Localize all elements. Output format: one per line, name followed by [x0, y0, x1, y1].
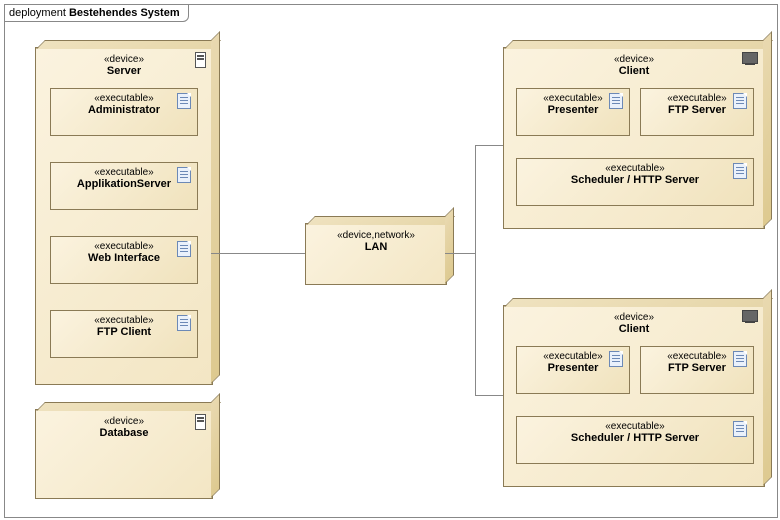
workstation-icon [742, 52, 758, 65]
ftp-client-name: FTP Client [51, 326, 197, 342]
document-icon [733, 421, 747, 437]
assoc-lan-client2-v [475, 253, 476, 395]
workstation-icon [742, 310, 758, 323]
document-icon [733, 93, 747, 109]
frame-title: deployment Bestehendes System [4, 4, 189, 22]
assoc-lan-client1-h [445, 253, 476, 254]
comp-client1-presenter: «executable» Presenter [516, 88, 630, 136]
web-interface-name: Web Interface [51, 252, 197, 268]
frame-title-prefix: deployment [9, 7, 69, 19]
node-client-1: «device» Client «executable» Presenter «… [503, 47, 765, 229]
database-name: Database [36, 427, 212, 443]
node-client-2: «device» Client «executable» Presenter «… [503, 305, 765, 487]
lan-name: LAN [306, 241, 446, 257]
assoc-lan-client1-h2 [475, 145, 503, 146]
client1-scheduler-name: Scheduler / HTTP Server [517, 174, 753, 190]
administrator-name: Administrator [51, 104, 197, 120]
comp-ftp-client: «executable» FTP Client [50, 310, 198, 358]
assoc-server-lan [211, 253, 305, 254]
web-interface-stereotype: «executable» [51, 237, 197, 252]
node-database: «device» Database [35, 409, 213, 499]
lan-stereotype: «device,network» [306, 224, 446, 241]
database-stereotype: «device» [36, 410, 212, 427]
client2-scheduler-stereotype: «executable» [517, 417, 753, 432]
comp-client2-scheduler: «executable» Scheduler / HTTP Server [516, 416, 754, 464]
client1-stereotype: «device» [504, 48, 764, 65]
assoc-lan-client1-v [475, 145, 476, 254]
server-name: Server [36, 65, 212, 81]
ftp-client-stereotype: «executable» [51, 311, 197, 326]
client2-name: Client [504, 323, 764, 339]
frame-title-name: Bestehendes System [69, 7, 180, 19]
client1-scheduler-stereotype: «executable» [517, 159, 753, 174]
document-icon [177, 241, 191, 257]
deployment-diagram-canvas: deployment Bestehendes System «device» S… [0, 0, 780, 520]
server-icon [195, 414, 206, 430]
comp-client2-ftp-server: «executable» FTP Server [640, 346, 754, 394]
document-icon [177, 315, 191, 331]
document-icon [733, 163, 747, 179]
app-server-name: ApplikationServer [51, 178, 197, 194]
server-icon [195, 52, 206, 68]
document-icon [177, 167, 191, 183]
document-icon [733, 351, 747, 367]
comp-client2-presenter: «executable» Presenter [516, 346, 630, 394]
comp-app-server: «executable» ApplikationServer [50, 162, 198, 210]
document-icon [609, 351, 623, 367]
document-icon [177, 93, 191, 109]
assoc-lan-client2-h [475, 395, 503, 396]
administrator-stereotype: «executable» [51, 89, 197, 104]
comp-client1-scheduler: «executable» Scheduler / HTTP Server [516, 158, 754, 206]
document-icon [609, 93, 623, 109]
node-server: «device» Server «executable» Administrat… [35, 47, 213, 385]
client1-name: Client [504, 65, 764, 81]
app-server-stereotype: «executable» [51, 163, 197, 178]
comp-web-interface: «executable» Web Interface [50, 236, 198, 284]
diagram-frame: deployment Bestehendes System «device» S… [4, 4, 778, 518]
comp-administrator: «executable» Administrator [50, 88, 198, 136]
client2-stereotype: «device» [504, 306, 764, 323]
comp-client1-ftp-server: «executable» FTP Server [640, 88, 754, 136]
server-stereotype: «device» [36, 48, 212, 65]
client2-scheduler-name: Scheduler / HTTP Server [517, 432, 753, 448]
node-lan: «device,network» LAN [305, 223, 447, 285]
